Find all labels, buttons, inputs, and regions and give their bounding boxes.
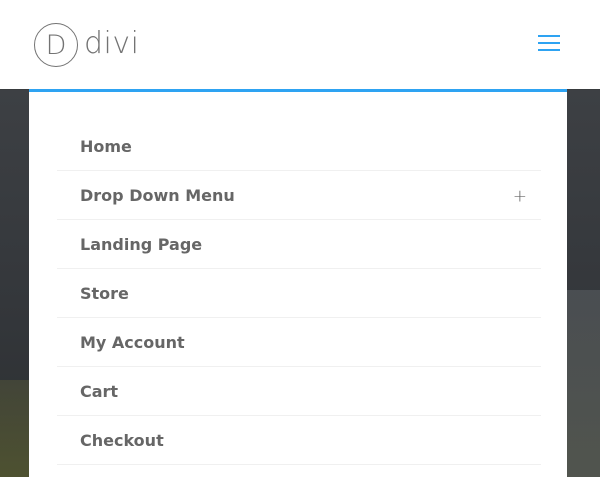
menu-item-landing-page[interactable]: Landing Page — [57, 220, 541, 269]
menu-item-label: Checkout — [80, 430, 164, 450]
backdrop-image-left — [0, 380, 30, 477]
menu-list: Home Drop Down Menu + Landing Page Store… — [57, 122, 541, 465]
menu-item-drop-down-menu[interactable]: Drop Down Menu + — [57, 171, 541, 220]
page: D divi Home Drop Down Menu + Landing Pag… — [0, 0, 600, 477]
menu-item-label: Landing Page — [80, 234, 203, 254]
hamburger-menu-icon[interactable] — [538, 34, 560, 52]
menu-item-label: Drop Down Menu — [80, 185, 235, 205]
site-header: D divi — [0, 0, 600, 89]
logo-text: divi — [84, 26, 140, 61]
menu-item-label: Cart — [80, 381, 119, 401]
logo-mark: D — [34, 23, 78, 67]
menu-item-store[interactable]: Store — [57, 269, 541, 318]
menu-item-cart[interactable]: Cart — [57, 367, 541, 416]
site-logo[interactable]: D divi — [34, 21, 139, 69]
mobile-menu: Home Drop Down Menu + Landing Page Store… — [29, 89, 567, 477]
menu-item-label: My Account — [80, 332, 185, 352]
menu-item-label: Store — [80, 283, 129, 303]
menu-item-my-account[interactable]: My Account — [57, 318, 541, 367]
expand-plus-icon[interactable]: + — [513, 188, 527, 206]
menu-item-home[interactable]: Home — [57, 122, 541, 171]
menu-item-checkout[interactable]: Checkout — [57, 416, 541, 465]
menu-item-label: Home — [80, 136, 132, 156]
backdrop-image-right — [566, 290, 600, 477]
